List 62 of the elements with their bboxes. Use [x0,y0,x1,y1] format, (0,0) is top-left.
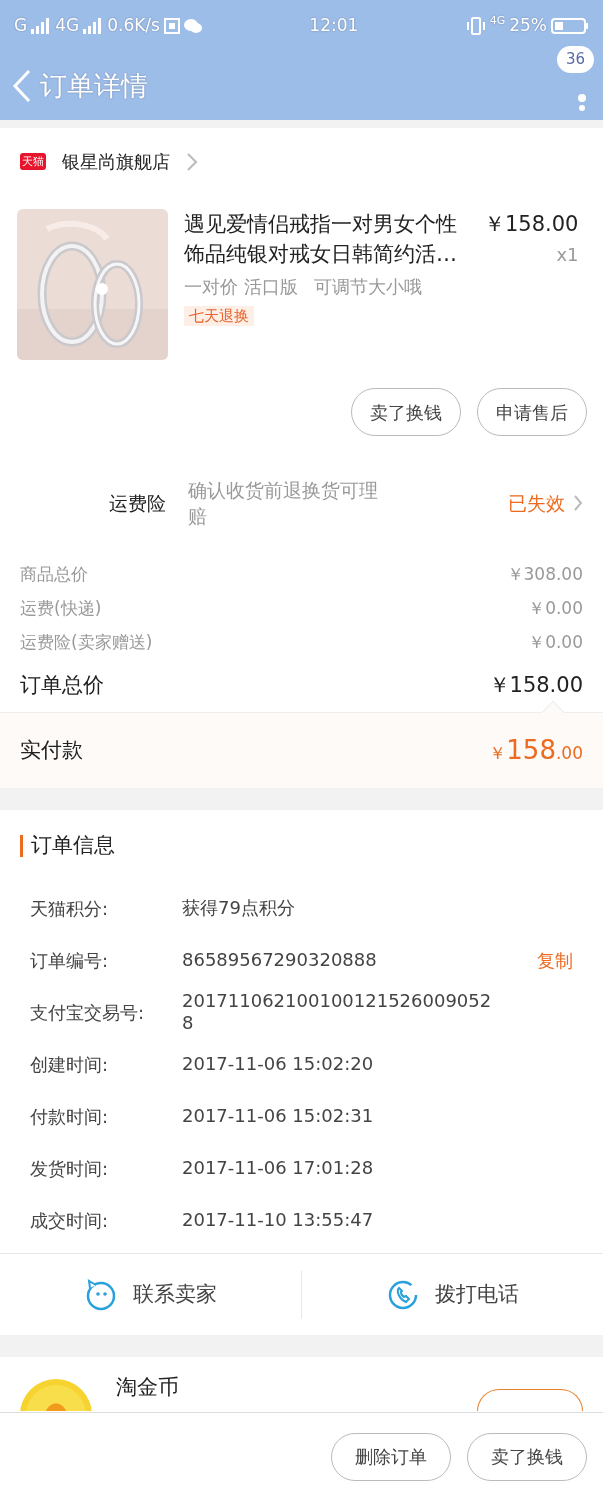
product-quantity: x1 [556,242,579,267]
paid-label: 实付款 [20,736,83,764]
summary-label: 运费(快递) [20,597,102,621]
signal-icon [31,18,52,34]
paid-amount: ￥158.00 [489,734,583,767]
info-label: 支付宝交易号: [30,1000,146,1025]
notification-icon [163,18,180,34]
section-title: 订单信息 [31,832,115,860]
action-button[interactable]: 卖了换钱 [351,388,461,436]
info-label: 付款时间: [30,1104,110,1129]
info-label: 成交时间: [30,1208,110,1233]
vibrate-icon [465,16,486,36]
chevron-right-icon[interactable] [573,494,583,512]
info-value: 86589567290320888 [182,949,378,971]
clock: 12:01 [309,14,359,38]
info-label: 天猫积分: [30,896,110,921]
battery-percent: 25% [509,14,547,38]
product-price: ￥158.00 [484,211,579,238]
section-marker [20,835,23,857]
phone-icon [386,1278,419,1311]
summary-label: 商品总价 [20,563,88,587]
shop-name[interactable]: 银星尚旗舰店 [62,148,170,175]
chevron-right-icon[interactable] [186,151,198,172]
more-icon[interactable] [577,94,587,112]
contact-button[interactable]: 联系卖家 [0,1272,301,1317]
info-label: 创建时间: [30,1052,110,1077]
info-value: 2017110621001001215260090528 [182,990,493,1034]
summary-value: ￥308.00 [506,563,583,587]
back-icon[interactable] [12,69,32,103]
network-label: 4G [489,13,506,30]
chat-icon [183,18,202,34]
info-value: 2017-11-06 15:02:31 [182,1105,375,1127]
carrier-label: 4G [55,14,80,38]
action-button[interactable]: 申请售后 [477,388,587,436]
info-value: 获得79点积分 [182,897,296,919]
signal-icon [83,18,104,34]
product-title[interactable]: 遇见爱情侣戒指一对男女个性饰品纯银对戒女日韩简约活… [184,209,468,269]
insurance-description: 确认收货前退换货可理赔 [188,478,379,529]
platform-logo: 天猫 [20,153,46,170]
summary-label: 订单总价 [20,672,104,700]
info-label: 发货时间: [30,1156,110,1181]
network-speed: 0.6K/s [107,14,160,38]
chat-bubble-icon [84,1278,117,1311]
summary-label: 运费险(卖家赠送) [20,631,153,655]
info-label: 订单编号: [30,948,110,973]
carrier-label: G [14,14,28,38]
product-spec: 一对价 活口版 [184,275,298,299]
summary-value: ￥0.00 [528,631,583,655]
battery-icon [551,17,589,35]
insurance-label: 运费险 [108,490,167,516]
info-value: 2017-11-06 15:02:20 [182,1053,375,1075]
summary-value: ￥0.00 [528,597,583,621]
action-button[interactable]: 删除订单 [331,1432,451,1481]
page-title: 订单详情 [40,68,148,103]
coin-title: 淘金币 [116,1374,179,1402]
return-policy-tag: 七天退换 [184,306,254,326]
summary-value: ￥158.00 [488,672,583,700]
info-value: 2017-11-06 17:01:28 [182,1157,375,1179]
call-button[interactable]: 拨打电话 [302,1272,603,1317]
product-note: 可调节大小哦 [313,275,422,299]
action-button[interactable]: 卖了换钱 [467,1432,587,1481]
info-value: 2017-11-10 13:55:47 [182,1209,375,1231]
